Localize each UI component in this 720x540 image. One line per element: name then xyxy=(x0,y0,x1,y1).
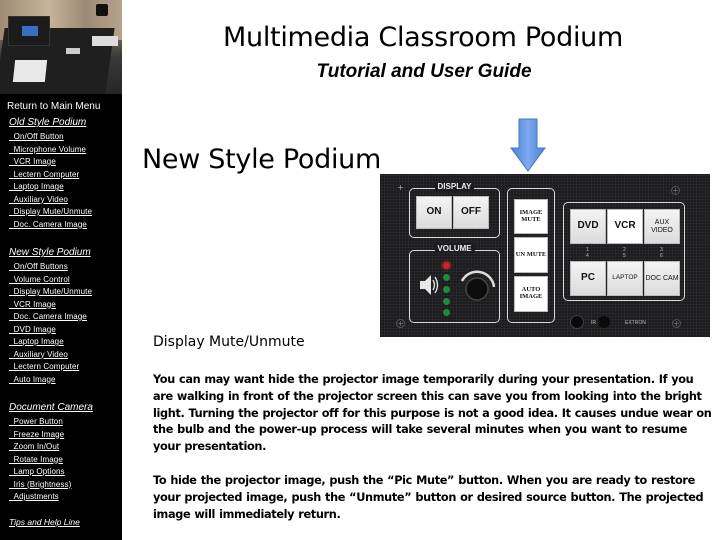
new-style-podium-list: On/Off Buttons Volume Control Display Mu… xyxy=(9,261,92,386)
nav-item-new-on-off-buttons[interactable]: On/Off Buttons xyxy=(9,261,92,274)
old-style-podium-link[interactable]: Old Style Podium xyxy=(9,117,86,128)
nav-item-old-on-off-button[interactable]: On/Off Button xyxy=(9,131,92,144)
brand-label: EXTRON xyxy=(625,320,646,326)
pc-button[interactable]: PC xyxy=(570,261,606,296)
tips-and-help-line-link[interactable]: Tips and Help Line xyxy=(9,517,80,527)
volume-led-green xyxy=(443,286,450,293)
nav-item-new-auxiliary-video[interactable]: Auxiliary Video xyxy=(9,349,92,362)
nav-item-new-display-mute[interactable]: Display Mute/Unmute xyxy=(9,286,92,299)
photo-paper-2 xyxy=(92,36,118,46)
nav-item-old-vcr-image[interactable]: VCR Image xyxy=(9,156,92,169)
nav-item-new-auto-image[interactable]: Auto Image xyxy=(9,374,92,387)
vcr-button[interactable]: VCR xyxy=(607,209,643,244)
source-number: 6 xyxy=(660,253,663,259)
volume-led-red xyxy=(443,262,450,269)
volume-led-green xyxy=(443,274,450,281)
photo-mic xyxy=(96,4,108,16)
volume-led-green xyxy=(443,309,450,316)
volume-group: VOLUME xyxy=(409,244,500,323)
nav-item-doc-zoom[interactable]: Zoom In/Out xyxy=(9,441,71,454)
display-off-button[interactable]: OFF xyxy=(453,196,489,229)
ir-sensor-icon xyxy=(598,316,610,328)
nav-item-new-dvd-image[interactable]: DVD Image xyxy=(9,324,92,337)
screw-icon: + xyxy=(396,319,405,328)
old-style-podium-list: On/Off Button Microphone Volume VCR Imag… xyxy=(9,131,92,231)
photo-paper xyxy=(12,60,48,82)
podium-photo xyxy=(0,0,122,94)
document-camera-list: Power Button Freeze Image Zoom In/Out Ro… xyxy=(9,416,72,504)
nav-item-doc-rotate-image[interactable]: Rotate Image xyxy=(9,454,71,467)
nav-item-old-laptop-image[interactable]: Laptop Image xyxy=(9,181,92,194)
nav-item-doc-freeze-image[interactable]: Freeze Image xyxy=(9,429,71,442)
ir-label: IR xyxy=(591,320,596,326)
doc-cam-button[interactable]: DOC CAM xyxy=(644,261,680,296)
volume-knob[interactable] xyxy=(456,265,498,307)
nav-item-old-display-mute[interactable]: Display Mute/Unmute xyxy=(9,206,92,219)
nav-item-new-doc-camera-image[interactable]: Doc. Camera Image xyxy=(9,311,92,324)
topic-title: Display Mute/Unmute xyxy=(153,334,305,350)
mute-group: IMAGE MUTE UN MUTE AUTO IMAGE xyxy=(507,188,555,323)
display-group: DISPLAY ON OFF xyxy=(409,182,500,238)
sidebar: Return to Main Menu Old Style Podium On/… xyxy=(0,0,122,540)
screw-icon: + xyxy=(672,319,681,328)
nav-item-old-lectern-computer[interactable]: Lectern Computer xyxy=(9,169,92,182)
nav-item-new-vcr-image[interactable]: VCR Image xyxy=(9,299,92,312)
photo-pad xyxy=(66,48,80,54)
nav-item-old-doc-camera-image[interactable]: Doc. Camera Image xyxy=(9,219,92,232)
display-on-button[interactable]: ON xyxy=(416,196,452,229)
image-mute-button[interactable]: IMAGE MUTE xyxy=(514,199,548,234)
screw-icon: + xyxy=(671,186,680,195)
nav-item-old-auxiliary-video[interactable]: Auxiliary Video xyxy=(9,194,92,207)
down-arrow-icon xyxy=(510,118,546,172)
nav-item-doc-iris[interactable]: Iris (Brightness) xyxy=(9,479,72,492)
nav-item-doc-power-button[interactable]: Power Button xyxy=(9,416,71,429)
dvd-button[interactable]: DVD xyxy=(570,209,606,244)
description-paragraph: You can may want hide the projector imag… xyxy=(153,373,712,454)
document-camera-link[interactable]: Document Camera xyxy=(9,402,93,413)
nav-item-doc-lamp-options[interactable]: Lamp Options xyxy=(9,466,71,479)
volume-label: VOLUME xyxy=(434,244,475,253)
photo-screen xyxy=(22,26,38,36)
new-style-podium-link[interactable]: New Style Podium xyxy=(9,247,91,258)
speaker-icon xyxy=(420,275,439,295)
volume-led-green xyxy=(443,298,450,305)
page-subtitle: Tutorial and User Guide xyxy=(316,61,532,82)
podium-control-panel: + + + + DISPLAY ON OFF VOLUME IMAGE MUTE… xyxy=(380,174,710,337)
display-label: DISPLAY xyxy=(434,182,475,191)
source-number: 5 xyxy=(623,253,626,259)
nav-item-new-volume-control[interactable]: Volume Control xyxy=(9,274,92,287)
nav-item-new-laptop-image[interactable]: Laptop Image xyxy=(9,336,92,349)
return-to-main-menu-link[interactable]: Return to Main Menu xyxy=(7,101,100,112)
section-title: New Style Podium xyxy=(142,144,381,175)
screw-icon: + xyxy=(397,183,404,192)
instruction-paragraph: To hide the projector image, push the “P… xyxy=(153,474,704,521)
source-group: DVD VCR AUX VIDEO 1 2 3 4 5 6 PC LAPTOP … xyxy=(563,202,685,301)
nav-item-old-microphone-volume[interactable]: Microphone Volume xyxy=(9,144,92,157)
mic-jack-icon xyxy=(570,315,584,329)
aux-video-button[interactable]: AUX VIDEO xyxy=(644,209,680,244)
nav-item-new-lectern-computer[interactable]: Lectern Computer xyxy=(9,361,92,374)
page-title: Multimedia Classroom Podium xyxy=(223,22,623,53)
auto-image-button[interactable]: AUTO IMAGE xyxy=(514,276,548,312)
laptop-button[interactable]: LAPTOP xyxy=(607,261,643,296)
nav-item-doc-adjustments[interactable]: Adjustments xyxy=(9,491,71,504)
source-number: 4 xyxy=(586,253,589,259)
un-mute-button[interactable]: UN MUTE xyxy=(514,237,548,273)
